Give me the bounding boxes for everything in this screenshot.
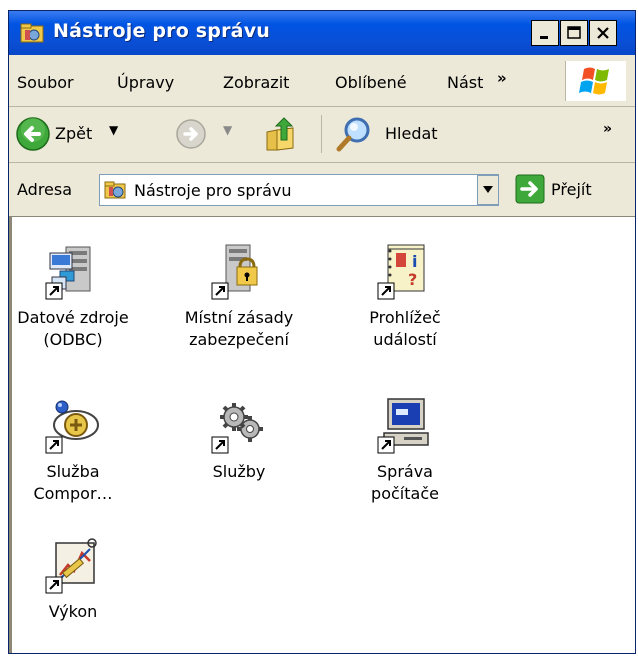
svg-text:i: i bbox=[412, 252, 417, 271]
close-button[interactable] bbox=[589, 20, 617, 46]
chevron-down-icon bbox=[483, 186, 493, 193]
back-button-label[interactable]: Zpět bbox=[55, 124, 92, 143]
toolbar-overflow-chevron[interactable]: » bbox=[603, 121, 612, 137]
go-arrow-icon[interactable] bbox=[515, 174, 545, 204]
item-label: počítače bbox=[371, 484, 439, 503]
item-label: Služba bbox=[46, 462, 100, 481]
menu-oblibene[interactable]: Oblíbené bbox=[335, 73, 407, 92]
event-viewer-icon: i ? bbox=[377, 244, 425, 300]
file-item-component-services[interactable]: Služba Compor… bbox=[0, 395, 148, 505]
performance-icon bbox=[45, 538, 97, 594]
back-dropdown-icon[interactable]: ▼ bbox=[109, 123, 118, 137]
address-input[interactable]: Nástroje pro správu bbox=[99, 174, 499, 206]
item-label: Compor… bbox=[33, 484, 113, 503]
windows-flag-icon bbox=[579, 67, 609, 95]
folder-up-icon[interactable] bbox=[263, 116, 297, 152]
explorer-window: Nástroje pro správu Soubor Úpravy Zobraz… bbox=[8, 10, 636, 654]
item-label: událostí bbox=[373, 330, 437, 349]
minimize-button[interactable] bbox=[531, 20, 559, 46]
back-arrow-icon[interactable] bbox=[15, 116, 51, 152]
maximize-icon bbox=[567, 26, 581, 39]
minimize-icon bbox=[540, 36, 548, 39]
file-item-event-viewer[interactable]: i ? Prohlížeč událostí bbox=[330, 241, 480, 351]
file-item-performance[interactable]: Výkon bbox=[0, 535, 148, 623]
file-item-services[interactable]: Služby bbox=[164, 395, 314, 483]
menu-overflow-chevron[interactable]: » bbox=[497, 69, 507, 87]
go-button-label[interactable]: Přejít bbox=[551, 180, 592, 199]
standard-toolbar: Zpět ▼ ▼ Hledat » bbox=[9, 107, 635, 163]
menu-soubor[interactable]: Soubor bbox=[17, 73, 74, 92]
file-item-local-security-policy[interactable]: Místní zásady zabezpečení bbox=[164, 241, 314, 351]
file-item-computer-management[interactable]: Správa počítače bbox=[330, 395, 480, 505]
file-list: Datové zdroje (ODBC) Místní zásady zabez… bbox=[9, 217, 635, 653]
address-bar: Adresa Nástroje pro správu Přejít bbox=[9, 163, 635, 217]
menu-bar: Soubor Úpravy Zobrazit Oblíbené Nást » bbox=[9, 55, 635, 107]
title-bar[interactable]: Nástroje pro správu bbox=[9, 11, 635, 55]
toolbar-separator bbox=[321, 115, 322, 153]
address-dropdown-button[interactable] bbox=[477, 175, 499, 205]
file-item-odbc[interactable]: Datové zdroje (ODBC) bbox=[0, 241, 148, 351]
item-label: Správa bbox=[377, 462, 433, 481]
admin-tools-icon bbox=[104, 181, 126, 199]
item-label: (ODBC) bbox=[43, 330, 103, 349]
services-icon bbox=[211, 403, 263, 454]
computer-management-icon bbox=[377, 398, 429, 454]
admin-tools-icon bbox=[20, 23, 44, 43]
address-label: Adresa bbox=[17, 180, 73, 199]
odbc-datasources-icon bbox=[45, 246, 91, 300]
forward-dropdown-icon[interactable]: ▼ bbox=[223, 123, 232, 137]
address-value: Nástroje pro správu bbox=[134, 181, 292, 200]
search-button-label[interactable]: Hledat bbox=[385, 124, 438, 143]
menu-nastroje[interactable]: Nást bbox=[447, 73, 483, 92]
search-icon[interactable] bbox=[335, 115, 375, 153]
menu-upravy[interactable]: Úpravy bbox=[117, 73, 174, 92]
close-icon bbox=[597, 27, 609, 39]
svg-text:?: ? bbox=[408, 270, 417, 289]
item-label: Místní zásady bbox=[184, 308, 294, 327]
window-title: Nástroje pro správu bbox=[53, 20, 271, 42]
forward-arrow-icon[interactable] bbox=[175, 118, 207, 150]
item-label: Služby bbox=[212, 462, 266, 481]
item-label: Datové zdroje bbox=[17, 308, 129, 327]
menu-zobrazit[interactable]: Zobrazit bbox=[223, 73, 289, 92]
windows-logo bbox=[565, 61, 626, 101]
maximize-button[interactable] bbox=[560, 20, 588, 46]
component-services-icon bbox=[45, 400, 99, 454]
item-label: Výkon bbox=[48, 602, 98, 621]
item-label: Prohlížeč bbox=[369, 308, 441, 327]
item-label: zabezpečení bbox=[189, 330, 289, 349]
local-security-policy-icon bbox=[211, 244, 258, 300]
